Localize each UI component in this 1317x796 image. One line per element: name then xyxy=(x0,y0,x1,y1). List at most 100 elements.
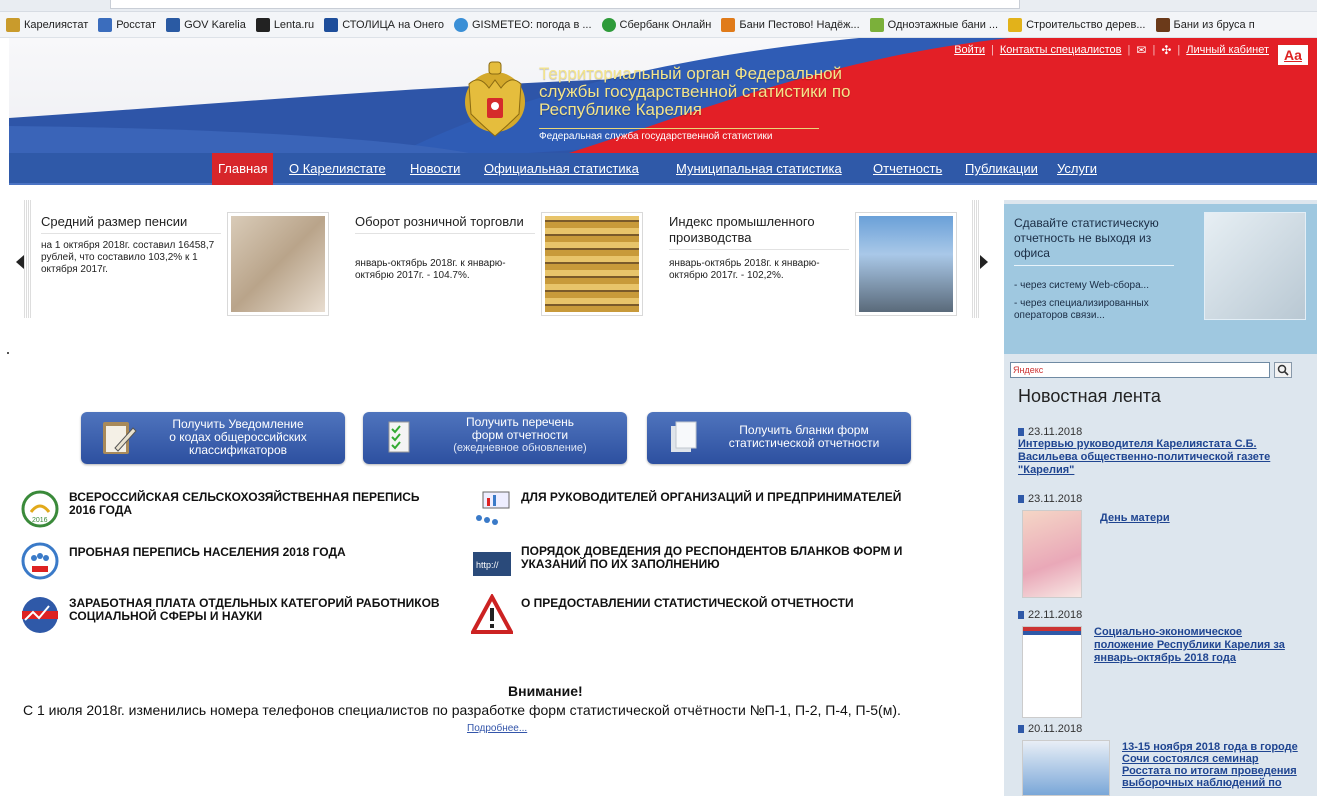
notice-text: С 1 июля 2018г. изменились номера телефо… xyxy=(23,702,901,718)
cabinet-link[interactable]: Личный кабинет xyxy=(1186,44,1269,56)
bookmark-stolica[interactable]: СТОЛИЦА на Онего xyxy=(324,17,444,32)
notice-more-link[interactable]: Подробнее... xyxy=(467,723,527,734)
rosstat-icon xyxy=(98,17,113,32)
topic-label: ПОРЯДОК ДОВЕДЕНИЯ ДО РЕСПОНДЕНТОВ БЛАНКО… xyxy=(521,544,903,571)
bookmark-bani-brus[interactable]: Бани из бруса п xyxy=(1155,17,1255,32)
computer-image xyxy=(1204,212,1306,320)
slide-industry[interactable]: Индекс промышленного производства январь… xyxy=(669,212,969,318)
bookmark-stroitelstvo[interactable]: Строительство дерев... xyxy=(1008,17,1146,32)
topic-label: ПРОБНАЯ ПЕРЕПИСЬ НАСЕЛЕНИЯ 2018 ГОДА xyxy=(69,545,346,559)
topic-label: ДЛЯ РУКОВОДИТЕЛЕЙ ОРГАНИЗАЦИЙ И ПРЕДПРИН… xyxy=(521,490,902,504)
get-notification-button[interactable]: Получить Уведомление о кодах общероссийс… xyxy=(81,412,345,464)
nav-reporting[interactable]: Отчетность xyxy=(873,153,942,185)
slide-desc: на 1 октября 2018г. составил 16458,7 руб… xyxy=(41,240,215,275)
slide-title: Средний размер пенсии xyxy=(41,214,221,234)
nav-official-stats[interactable]: Официальная статистика xyxy=(484,153,639,185)
news-heading: Новостная лента xyxy=(1018,386,1161,406)
bookmark-lenta[interactable]: Lenta.ru xyxy=(255,17,314,32)
topic-delivery[interactable]: http:// ПОРЯДОК ДОВЕДЕНИЯ ДО РЕСПОНДЕНТО… xyxy=(471,542,921,584)
news-item: 22.11.2018 xyxy=(1018,609,1303,621)
stolica-icon xyxy=(324,17,339,32)
slider-border-left xyxy=(24,200,32,318)
right-sidebar: Сдавайте статистическую отчетность не вы… xyxy=(1004,200,1317,796)
bani-icon xyxy=(721,17,736,32)
bookmark-sberbank[interactable]: Сбербанк Онлайн xyxy=(601,17,711,32)
nav-news[interactable]: Новости xyxy=(410,153,460,185)
bookmark-karelia[interactable]: Карелиястат xyxy=(6,17,88,32)
report-cover-image xyxy=(1022,626,1082,718)
separator: | xyxy=(1177,44,1181,56)
bani-brus-icon xyxy=(1155,17,1170,32)
gismeteo-icon xyxy=(453,17,468,32)
slide-title: Оборот розничной торговли xyxy=(355,214,535,234)
coat-of-arms-icon xyxy=(465,61,525,137)
money-image xyxy=(227,212,329,316)
news-date: 23.11.2018 xyxy=(1018,426,1303,438)
slider-prev-icon[interactable] xyxy=(16,255,24,269)
button-line: классификаторов xyxy=(188,443,288,457)
topic-label: ВСЕРОССИЙСКАЯ СЕЛЬСКОХОЗЯЙСТВЕННАЯ ПЕРЕП… xyxy=(69,490,420,517)
main-nav: Главная О Карелиястате Новости Официальн… xyxy=(9,153,1317,185)
slide-retail[interactable]: Оборот розничной торговли январь-октябрь… xyxy=(355,212,655,318)
address-bar[interactable] xyxy=(110,0,1020,9)
promo-link-operators[interactable]: - через специализированных операторов св… xyxy=(1014,298,1174,322)
web-reporting-promo[interactable]: Сдавайте статистическую отчетность не вы… xyxy=(1004,204,1317,354)
population-census-icon xyxy=(21,542,59,580)
news-link[interactable]: Социально-экономическое положение Респуб… xyxy=(1094,626,1294,665)
mail-icon[interactable]: ✉ xyxy=(1136,43,1146,57)
factory-image xyxy=(855,212,957,316)
search-input[interactable]: Яндекс xyxy=(1010,362,1270,378)
news-date: 20.11.2018 xyxy=(1018,723,1303,735)
seminar-image xyxy=(1022,740,1110,796)
bookmark-gismeteo[interactable]: GISMETEO: погода в ... xyxy=(453,17,592,32)
clipboard-icon xyxy=(103,422,137,454)
news-link[interactable]: День матери xyxy=(1100,512,1170,524)
nav-about[interactable]: О Карелиястате xyxy=(289,153,386,185)
news-link[interactable]: Интервью руководителя Карелиястата С.Б. … xyxy=(1018,438,1270,476)
font-size-toggle[interactable]: Aa xyxy=(1277,44,1309,66)
get-forms-list-button[interactable]: Получить перечень форм отчетности (ежедн… xyxy=(363,412,627,464)
bookmark-odnoetazhnye[interactable]: Одноэтажные бани ... xyxy=(869,17,998,32)
button-line: форм отчетности xyxy=(471,428,569,442)
bookmark-gov-karelia[interactable]: GOV Karelia xyxy=(166,17,246,32)
web-address-icon: http:// xyxy=(473,552,511,576)
nav-publications[interactable]: Публикации xyxy=(965,153,1038,185)
promo-link-web[interactable]: - через систему Web-сбора... xyxy=(1014,280,1174,292)
nav-home[interactable]: Главная xyxy=(212,153,274,185)
mother-image xyxy=(1022,510,1082,598)
stats-slider: Средний размер пенсии на 1 октября 2018г… xyxy=(12,200,990,320)
org-subtitle: Федеральная служба государственной стати… xyxy=(539,128,819,142)
bookmark-bani-pestovo[interactable]: Бани Пестово! Надёж... xyxy=(721,17,860,32)
slide-pension[interactable]: Средний размер пенсии на 1 октября 2018г… xyxy=(41,212,341,318)
topic-managers[interactable]: ДЛЯ РУКОВОДИТЕЛЕЙ ОРГАНИЗАЦИЙ И ПРЕДПРИН… xyxy=(471,488,921,530)
checklist-icon xyxy=(388,421,410,453)
news-link[interactable]: 13-15 ноября 2018 года в городе Сочи сос… xyxy=(1122,741,1302,789)
stray-dot xyxy=(7,352,9,354)
nav-municipal-stats[interactable]: Муниципальная статистика xyxy=(676,153,842,185)
warning-icon xyxy=(471,594,513,634)
search-icon[interactable] xyxy=(1274,362,1292,378)
news-date: 23.11.2018 xyxy=(1018,493,1303,505)
salary-icon xyxy=(22,597,58,633)
separator: | xyxy=(1127,44,1131,56)
topic-reporting[interactable]: О ПРЕДОСТАВЛЕНИИ СТАТИСТИЧЕСКОЙ ОТЧЕТНОС… xyxy=(471,594,921,636)
slide-desc: январь-октябрь 2018г. к январю-октябрю 2… xyxy=(355,258,506,281)
nav-services[interactable]: Услуги xyxy=(1057,153,1097,185)
house-icon xyxy=(869,17,884,32)
news-item: 23.11.2018 Интервью руководителя Карелия… xyxy=(1018,426,1303,477)
slide-desc: январь-октябрь 2018г. к январю-октябрю 2… xyxy=(669,258,820,281)
contacts-link[interactable]: Контакты специалистов xyxy=(1000,44,1122,56)
topic-label: ЗАРАБОТНАЯ ПЛАТА ОТДЕЛЬНЫХ КАТЕГОРИЙ РАБ… xyxy=(69,596,440,623)
org-title: Территориальный орган Федеральной службы… xyxy=(539,64,851,119)
sitemap-icon[interactable]: ✣ xyxy=(1161,43,1171,57)
get-blank-forms-button[interactable]: Получить бланки форм статистической отче… xyxy=(647,412,911,464)
topic-agri-census[interactable]: 2016 ВСЕРОССИЙСКАЯ СЕЛЬСКОХОЗЯЙСТВЕННАЯ … xyxy=(19,488,449,530)
topic-pop-census[interactable]: ПРОБНАЯ ПЕРЕПИСЬ НАСЕЛЕНИЯ 2018 ГОДА xyxy=(19,540,449,582)
news-item: 23.11.2018 xyxy=(1018,493,1303,505)
agri-census-icon: 2016 xyxy=(21,490,59,528)
topic-salary[interactable]: ЗАРАБОТНАЯ ПЛАТА ОТДЕЛЬНЫХ КАТЕГОРИЙ РАБ… xyxy=(19,594,449,636)
slider-next-icon[interactable] xyxy=(980,255,988,269)
bookmark-rosstat[interactable]: Росстат xyxy=(98,17,156,32)
login-link[interactable]: Войти xyxy=(954,44,985,56)
button-line: статистической отчетности xyxy=(728,436,880,450)
